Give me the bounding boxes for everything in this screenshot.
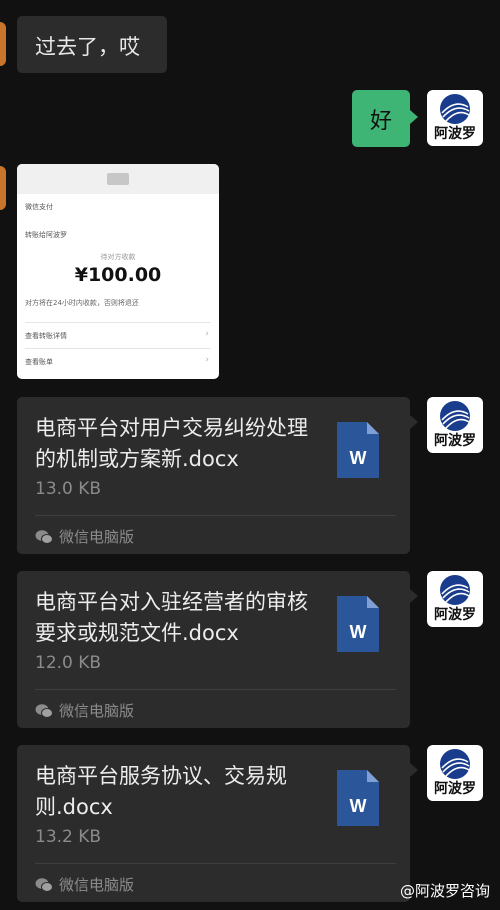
avatar-name: 阿波罗 xyxy=(434,433,476,449)
sender-avatar[interactable] xyxy=(0,22,6,66)
apollo-logo-icon xyxy=(440,575,470,605)
file-name: 电商平台对入驻经营者的审核要求或规范文件.docx xyxy=(35,590,308,645)
wechat-icon xyxy=(35,704,53,718)
image-line1: 微信支付 xyxy=(25,203,53,211)
watermark: @阿波罗咨询 xyxy=(399,882,490,900)
file-size: 12.0 KB xyxy=(35,653,102,673)
file-source: 微信电脑版 xyxy=(35,526,134,547)
svg-text:W: W xyxy=(350,448,367,468)
file-source: 微信电脑版 xyxy=(35,874,134,895)
divider xyxy=(35,689,396,690)
file-source-text: 微信电脑版 xyxy=(59,876,135,894)
file-name: 电商平台服务协议、交易规则.docx xyxy=(35,764,287,819)
file-message[interactable]: 电商平台服务协议、交易规则.docx 13.2 KB W 微信电脑版 xyxy=(17,745,418,902)
avatar-name: 阿波罗 xyxy=(434,126,476,142)
file-size: 13.0 KB xyxy=(35,479,102,499)
image-topbar xyxy=(17,164,219,194)
file-source: 微信电脑版 xyxy=(35,700,134,721)
own-avatar[interactable]: 阿波罗 xyxy=(427,90,483,146)
file-size: 13.2 KB xyxy=(35,827,102,847)
word-doc-icon: W xyxy=(337,596,379,652)
own-avatar[interactable]: 阿波罗 xyxy=(427,745,483,801)
file-source-text: 微信电脑版 xyxy=(59,702,135,720)
outgoing-text-message[interactable]: 好 xyxy=(352,90,418,147)
image-row2: 查看账单 xyxy=(25,358,53,366)
own-avatar[interactable]: 阿波罗 xyxy=(427,571,483,627)
transfer-amount: ¥100.00 xyxy=(74,264,162,286)
avatar-name: 阿波罗 xyxy=(434,607,476,623)
apollo-logo-icon xyxy=(440,401,470,431)
svg-text:W: W xyxy=(350,796,367,816)
word-doc-icon: W xyxy=(337,770,379,826)
incoming-text-message[interactable]: 过去了，哎 xyxy=(17,16,167,73)
divider xyxy=(35,863,396,864)
avatar-name: 阿波罗 xyxy=(434,781,476,797)
file-message[interactable]: 电商平台对用户交易纠纷处理的机制或方案新.docx 13.0 KB W 微信电脑… xyxy=(17,397,418,554)
incoming-text: 过去了，哎 xyxy=(35,35,140,59)
file-source-text: 微信电脑版 xyxy=(59,528,135,546)
apollo-logo-icon xyxy=(440,94,470,124)
own-avatar[interactable]: 阿波罗 xyxy=(427,397,483,453)
sender-avatar[interactable] xyxy=(0,166,6,210)
wechat-icon xyxy=(35,878,53,892)
image-line2: 转账给阿波罗 xyxy=(25,231,67,239)
divider xyxy=(35,515,396,516)
file-message[interactable]: 电商平台对入驻经营者的审核要求或规范文件.docx 12.0 KB W 微信电脑… xyxy=(17,571,418,728)
wechat-icon xyxy=(35,530,53,544)
image-message[interactable]: 微信支付 转账给阿波罗 待对方收款 ¥100.00 对方将在24小时内收款，否则… xyxy=(17,164,219,379)
apollo-logo-icon xyxy=(440,749,470,779)
svg-text:W: W xyxy=(350,622,367,642)
word-doc-icon: W xyxy=(337,422,379,478)
image-line3: 待对方收款 xyxy=(100,253,136,261)
image-row1: 查看转账详情 xyxy=(25,332,67,340)
image-line4: 对方将在24小时内收款，否则将退还 xyxy=(25,299,139,307)
file-name: 电商平台对用户交易纠纷处理的机制或方案新.docx xyxy=(35,416,308,471)
outgoing-text: 好 xyxy=(369,109,392,134)
